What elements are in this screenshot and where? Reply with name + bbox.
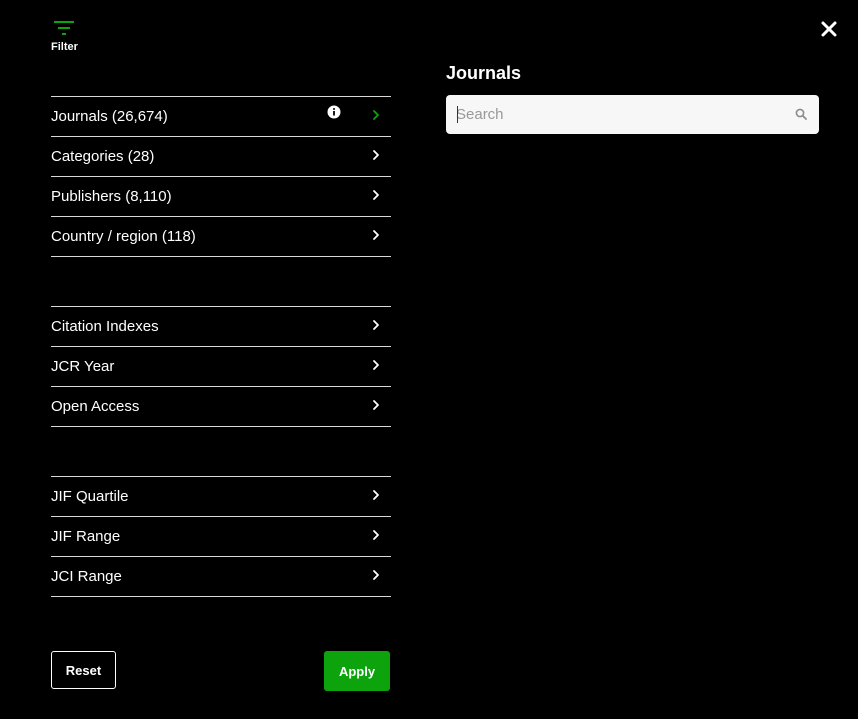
chevron-right-icon — [373, 320, 379, 330]
filter-item-label: JIF Range — [51, 528, 121, 545]
chevron-right-icon — [373, 230, 379, 240]
chevron-right-icon — [373, 400, 379, 410]
search-icon[interactable] — [795, 108, 807, 120]
filter-group-indexes: Citation Indexes JCR Year Open Access — [51, 306, 391, 427]
apply-button[interactable]: Apply — [324, 651, 390, 691]
filter-item-label: JCI Range — [51, 568, 122, 585]
filter-item-jcr-year[interactable]: JCR Year — [51, 347, 391, 387]
filter-item-label: Journals (26,674) — [51, 108, 168, 125]
filter-item-jif-quartile[interactable]: JIF Quartile — [51, 477, 391, 517]
filter-group-sources: Journals (26,674) Categories (28) Publis… — [51, 96, 391, 257]
filter-item-label: Open Access — [51, 398, 140, 415]
panel-title: Journals — [446, 63, 522, 83]
text-caret — [457, 106, 458, 123]
chevron-right-icon — [373, 490, 379, 500]
filter-item-label: JIF Quartile — [51, 488, 129, 505]
filter-item-label: Citation Indexes — [51, 318, 159, 335]
chevron-right-icon — [373, 530, 379, 540]
filter-item-label: Country / region (118) — [51, 228, 196, 245]
close-icon — [821, 21, 837, 37]
filter-label: Filter — [51, 41, 78, 53]
filter-group-metrics: JIF Quartile JIF Range JCI Range — [51, 476, 391, 597]
search-box[interactable] — [446, 95, 819, 134]
chevron-right-icon — [373, 150, 379, 160]
chevron-right-icon — [373, 110, 379, 120]
filter-item-label: JCR Year — [51, 358, 115, 375]
filter-item-categories[interactable]: Categories (28) — [51, 137, 391, 177]
filter-item-country-region[interactable]: Country / region (118) — [51, 217, 391, 257]
chevron-right-icon — [373, 360, 379, 370]
filter-item-journals[interactable]: Journals (26,674) — [51, 97, 391, 137]
search-input[interactable] — [456, 95, 776, 134]
filter-item-label: Categories (28) — [51, 148, 155, 165]
filter-icon — [54, 21, 74, 35]
close-button[interactable] — [817, 17, 841, 41]
filter-page: Filter Journals (26,674) Categories (28) — [0, 0, 858, 719]
filter-item-jci-range[interactable]: JCI Range — [51, 557, 391, 597]
chevron-right-icon — [373, 570, 379, 580]
chevron-right-icon — [373, 190, 379, 200]
info-icon[interactable] — [327, 105, 341, 119]
filter-item-publishers[interactable]: Publishers (8,110) — [51, 177, 391, 217]
filter-item-jif-range[interactable]: JIF Range — [51, 517, 391, 557]
filter-header[interactable]: Filter — [51, 18, 81, 58]
filter-item-open-access[interactable]: Open Access — [51, 387, 391, 427]
filter-item-citation-indexes[interactable]: Citation Indexes — [51, 307, 391, 347]
reset-button[interactable]: Reset — [51, 651, 116, 689]
filter-item-label: Publishers (8,110) — [51, 188, 172, 205]
